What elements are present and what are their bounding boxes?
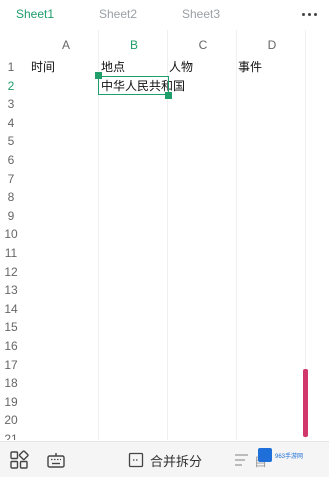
sheet-tabs: Sheet1 Sheet2 Sheet3 xyxy=(0,0,329,30)
row-header[interactable]: 20 xyxy=(0,413,22,427)
grid-layout-icon[interactable] xyxy=(9,450,29,470)
table-row: 7 xyxy=(0,170,329,189)
row-header[interactable]: 13 xyxy=(0,283,22,297)
row-header[interactable]: 9 xyxy=(0,209,22,223)
vertical-scrollbar[interactable] xyxy=(303,369,308,437)
tab-sheet3[interactable]: Sheet3 xyxy=(182,7,220,21)
table-row: 12 xyxy=(0,263,329,282)
merge-split-button[interactable]: 合并拆分 xyxy=(128,449,202,471)
table-row: 6 xyxy=(0,151,329,170)
table-row: 10 xyxy=(0,225,329,244)
cell-d1[interactable]: 事件 xyxy=(238,58,262,77)
cell-c1[interactable]: 人物 xyxy=(169,58,193,77)
column-header-a[interactable]: A xyxy=(56,38,76,52)
watermark-logo-icon xyxy=(258,448,272,462)
column-headers: A B C D xyxy=(0,30,329,58)
table-row: 18 xyxy=(0,374,329,393)
row-header[interactable]: 10 xyxy=(0,227,22,241)
merge-cells-icon xyxy=(128,452,144,468)
table-row: 1 时间 地点 人物 事件 xyxy=(0,58,329,77)
table-row: 21 xyxy=(0,430,329,440)
row-header[interactable]: 8 xyxy=(0,190,22,204)
merge-split-label: 合并拆分 xyxy=(150,454,203,470)
keyboard-icon[interactable] xyxy=(46,450,66,470)
rows-container: 1 时间 地点 人物 事件 2 中华人民共和国 3 4 5 6 7 8 9 10… xyxy=(0,58,329,440)
column-header-b[interactable]: B xyxy=(124,38,144,52)
table-row: 20 xyxy=(0,411,329,430)
table-row: 17 xyxy=(0,356,329,375)
row-header[interactable]: 5 xyxy=(0,134,22,148)
cell-a1[interactable]: 时间 xyxy=(31,58,55,77)
watermark: 963手游网 xyxy=(258,446,326,464)
cell-b1[interactable]: 地点 xyxy=(101,58,125,77)
column-header-c[interactable]: C xyxy=(193,38,213,52)
row-header[interactable]: 15 xyxy=(0,320,22,334)
row-header[interactable]: 19 xyxy=(0,395,22,409)
table-row: 8 xyxy=(0,188,329,207)
tab-sheet2[interactable]: Sheet2 xyxy=(99,7,137,21)
row-header[interactable]: 21 xyxy=(0,432,22,440)
table-row: 11 xyxy=(0,244,329,263)
table-row: 16 xyxy=(0,337,329,356)
table-row: 5 xyxy=(0,132,329,151)
row-header[interactable]: 14 xyxy=(0,302,22,316)
row-header[interactable]: 1 xyxy=(0,60,22,74)
row-header[interactable]: 3 xyxy=(0,97,22,111)
row-header[interactable]: 17 xyxy=(0,358,22,372)
row-header[interactable]: 4 xyxy=(0,116,22,130)
more-horizontal-icon[interactable] xyxy=(296,4,322,24)
selection-handle-top-left[interactable] xyxy=(95,72,102,79)
row-header[interactable]: 7 xyxy=(0,172,22,186)
row-header[interactable]: 11 xyxy=(0,246,22,260)
selection-handle-bottom-right[interactable] xyxy=(165,92,172,99)
table-row: 13 xyxy=(0,281,329,300)
row-header[interactable]: 18 xyxy=(0,376,22,390)
column-header-d[interactable]: D xyxy=(262,38,282,52)
row-header[interactable]: 16 xyxy=(0,339,22,353)
tab-sheet1[interactable]: Sheet1 xyxy=(16,7,54,21)
table-row: 4 xyxy=(0,114,329,133)
cell-selection-box xyxy=(98,76,169,95)
table-row: 9 xyxy=(0,207,329,226)
wrap-text-icon xyxy=(235,454,248,466)
table-row: 19 xyxy=(0,393,329,412)
row-header[interactable]: 6 xyxy=(0,153,22,167)
watermark-text: 963手游网 xyxy=(275,453,304,460)
table-row: 14 xyxy=(0,300,329,319)
row-header[interactable]: 2 xyxy=(0,79,22,93)
row-header[interactable]: 12 xyxy=(0,265,22,279)
table-row: 15 xyxy=(0,318,329,337)
